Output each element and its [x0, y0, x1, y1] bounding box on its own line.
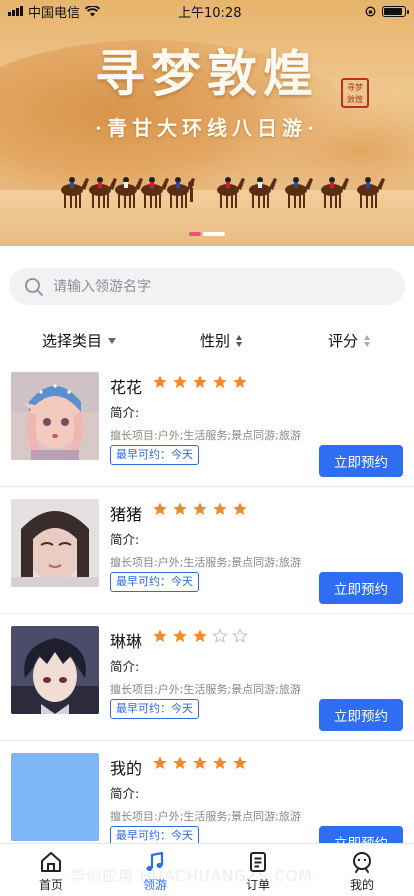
star-filled-icon	[153, 375, 167, 388]
star-empty-icon	[232, 628, 248, 644]
home-icon	[41, 852, 61, 872]
star-filled-icon	[193, 375, 207, 388]
carrier-name: 中国电信	[28, 5, 81, 21]
filter-bar: 选择类目 性别 评分	[0, 330, 414, 358]
star-filled-icon	[173, 502, 187, 515]
rating-filter-label: 评分	[328, 332, 359, 350]
star-filled-icon	[173, 375, 187, 388]
rating-filter[interactable]: 评分	[328, 330, 371, 351]
carousel-dot[interactable]	[189, 232, 201, 236]
star-filled-icon	[153, 502, 167, 515]
guide-intro: 简介:	[110, 786, 140, 801]
star-filled-icon	[153, 756, 167, 769]
tab-orders-label: 订单	[245, 878, 270, 892]
wifi-icon	[85, 5, 101, 16]
carousel-indicator[interactable]	[189, 232, 225, 236]
orientation-lock-icon	[365, 6, 376, 16]
guide-name: 我的	[110, 759, 143, 778]
guide-skills: 擅长项目:户外;生活服务;景点同游;旅游	[110, 429, 301, 442]
avatar	[11, 372, 99, 460]
bottom-tab-bar: 首页 领游 订单 我的	[0, 843, 414, 896]
tab-orders[interactable]: 订单	[223, 844, 293, 896]
rating-stars	[152, 374, 248, 390]
tab-profile[interactable]: 我的	[327, 844, 397, 896]
sort-icon	[236, 334, 243, 347]
avatar	[11, 753, 99, 841]
guide-card[interactable]: 花花 简介: 擅长项目:户外;生活服务;景点同游;旅游 最早可约：今天 立即预约	[0, 360, 414, 487]
star-filled-icon	[193, 756, 207, 769]
book-now-button[interactable]: 立即预约	[319, 445, 403, 477]
avatar	[11, 626, 99, 714]
rating-stars	[152, 501, 248, 517]
search-icon	[25, 277, 43, 296]
book-now-button[interactable]: 立即预约	[319, 699, 403, 731]
guide-skills: 擅长项目:户外;生活服务;景点同游;旅游	[110, 683, 301, 696]
earliest-available-badge: 最早可约：今天	[110, 445, 199, 465]
rating-stars	[152, 755, 248, 771]
guide-skills: 擅长项目:户外;生活服务;景点同游;旅游	[110, 556, 301, 569]
star-filled-icon	[213, 502, 227, 515]
rating-stars	[152, 628, 248, 644]
order-icon	[250, 852, 266, 872]
tab-home-label: 首页	[38, 878, 63, 892]
star-filled-icon	[233, 756, 247, 769]
search-bar[interactable]	[9, 268, 405, 305]
tab-guides-label: 领游	[142, 878, 167, 892]
guide-card[interactable]: 猪猪 简介: 擅长项目:户外;生活服务;景点同游;旅游 最早可约：今天 立即预约	[0, 487, 414, 614]
guide-name: 花花	[110, 378, 143, 397]
star-filled-icon	[213, 375, 227, 388]
guide-skills: 擅长项目:户外;生活服务;景点同游;旅游	[110, 810, 301, 823]
status-bar: 中国电信 上午10:28	[0, 0, 414, 22]
guide-intro: 简介:	[110, 532, 140, 547]
gender-filter-label: 性别	[200, 332, 231, 350]
camel-caravan-illustration	[61, 177, 385, 208]
guide-name: 琳琳	[110, 632, 143, 651]
gender-filter[interactable]: 性别	[200, 330, 243, 351]
star-filled-icon	[173, 629, 187, 642]
star-filled-icon	[233, 502, 247, 515]
book-now-button[interactable]: 立即预约	[319, 572, 403, 604]
avatar	[11, 499, 99, 587]
star-filled-icon	[233, 375, 247, 388]
earliest-available-badge: 最早可约：今天	[110, 572, 199, 592]
battery-icon	[382, 5, 409, 17]
caret-down-icon	[108, 337, 117, 344]
star-filled-icon	[153, 629, 167, 642]
tab-home[interactable]: 首页	[16, 844, 86, 896]
sort-icon	[364, 334, 371, 347]
earliest-available-badge: 最早可约：今天	[110, 699, 199, 719]
tab-profile-label: 我的	[349, 878, 374, 892]
hero-banner[interactable]: 寻梦敦煌 ·青甘大环线八日游· 寻梦 敦煌	[0, 0, 414, 246]
tab-guides[interactable]: 领游	[120, 844, 190, 896]
star-empty-icon	[212, 628, 228, 644]
guide-intro: 简介:	[110, 405, 140, 420]
guide-intro: 简介:	[110, 659, 140, 674]
signal-icon	[8, 6, 23, 16]
status-time: 上午10:28	[178, 5, 242, 21]
guide-card[interactable]: 琳琳 简介: 擅长项目:户外;生活服务;景点同游;旅游 最早可约：今天 立即预约	[0, 614, 414, 741]
carousel-dot[interactable]	[203, 232, 225, 236]
search-input[interactable]	[53, 278, 373, 295]
category-filter[interactable]: 选择类目	[42, 330, 117, 351]
star-filled-icon	[193, 502, 207, 515]
star-filled-icon	[193, 629, 207, 642]
star-filled-icon	[213, 756, 227, 769]
banner-subtitle: ·青甘大环线八日游·	[95, 116, 319, 140]
music-note-icon	[146, 851, 164, 871]
star-filled-icon	[173, 756, 187, 769]
category-filter-label: 选择类目	[42, 332, 103, 350]
banner-seal: 寻梦 敦煌	[341, 78, 369, 108]
profile-icon	[353, 852, 371, 873]
guide-name: 猪猪	[110, 505, 143, 524]
